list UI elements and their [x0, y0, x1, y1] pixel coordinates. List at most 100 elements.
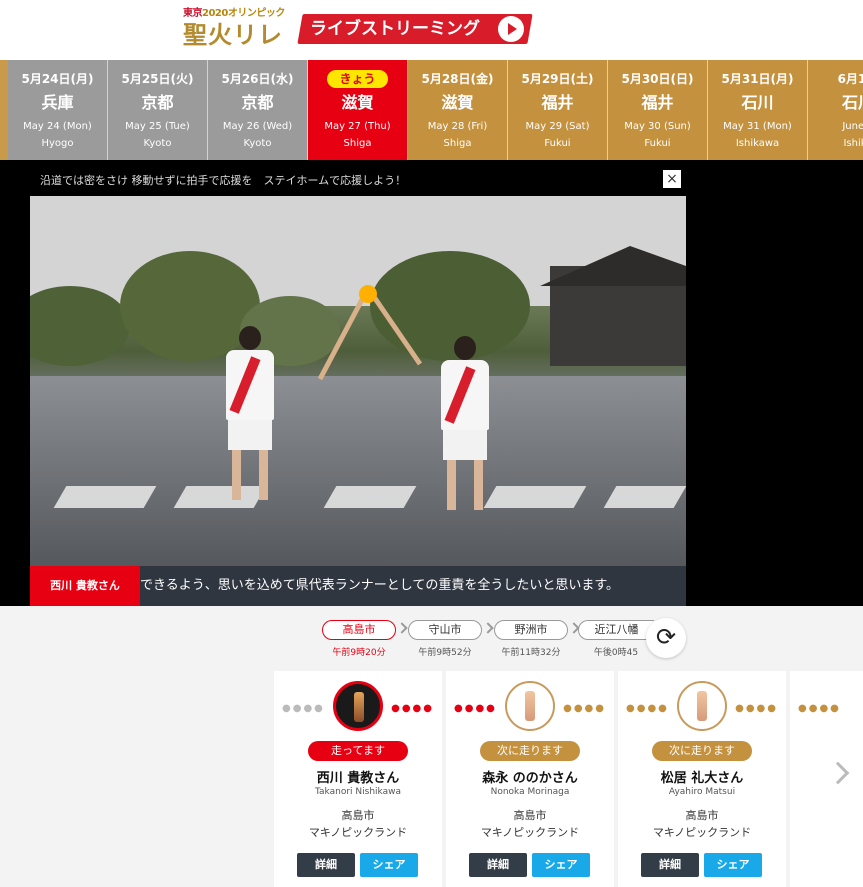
day-prefecture: 滋賀 — [441, 93, 474, 112]
day-date-jp: 5月28日(金) — [421, 72, 494, 86]
day-prefecture-en: Kyoto — [143, 138, 172, 149]
torchbearer-left — [220, 326, 280, 500]
day-prefecture: 京都 — [241, 93, 274, 112]
status-badge: 次に走ります — [652, 741, 752, 761]
route-timeline: 高島市 午前9時20分 守山市 午前9時52分 野洲市 午前11時32分 近江八… — [320, 620, 660, 660]
day-tab-4[interactable]: 5月28日(金) 滋賀 May 28 (Fri) Shiga — [408, 60, 508, 160]
day-date-en: May 28 (Fri) — [427, 121, 488, 132]
torch-relay-logo[interactable]: 東京2020オリンピック 聖火リレー — [183, 8, 293, 79]
detail-button[interactable]: 詳細 — [641, 853, 699, 877]
close-icon[interactable]: × — [663, 170, 681, 188]
day-prefecture-en: Shiga — [443, 138, 472, 149]
progress-dots: ●●●● — [626, 703, 669, 714]
day-date-en: May 24 (Mon) — [23, 121, 92, 132]
runner-card-current[interactable]: ●●●● ●●●● 走ってます 西川 貴教さん Takanori Nishika… — [274, 671, 442, 887]
video-road — [30, 376, 686, 566]
chevron-right-icon — [482, 622, 494, 634]
day-date-en: May 30 (Sun) — [624, 121, 691, 132]
progress-dots: ●●●● — [563, 703, 606, 714]
logo-olympic: 2020オリンピック — [202, 8, 285, 19]
day-date-jp: 5月26日(水) — [221, 72, 294, 86]
site-header: 東京2020オリンピック 聖火リレー ライブストリーミング — [0, 0, 863, 79]
detail-button[interactable]: 詳細 — [469, 853, 527, 877]
progress-dots: ●●●● — [454, 703, 497, 714]
logo-tokyo: 東京 — [183, 8, 203, 19]
day-prefecture-en: Kyoto — [243, 138, 272, 149]
live-streaming-label: ライブストリーミング — [310, 19, 480, 39]
runner-card[interactable]: ●●●● ●●●● 次に走ります 森永 ののかさん Nonoka Morinag… — [446, 671, 614, 887]
date-navigation: 5月24日(月) 兵庫 May 24 (Mon) Hyogo 5月25日(火) … — [0, 60, 863, 160]
subtitle-text: できるよう、思いを込めて県代表ランナーとしての重責を全うしたいと思います。 — [140, 578, 620, 593]
day-date-en: June 1 — [842, 121, 863, 132]
refresh-icon[interactable]: ⟳ — [646, 618, 686, 658]
progress-dots: ●●●● — [282, 703, 325, 714]
runner-place: マキノピックランド — [308, 826, 408, 839]
chevron-right-icon — [396, 622, 408, 634]
day-date-jp: 5月31日(月) — [721, 72, 794, 86]
live-video-player[interactable] — [30, 196, 686, 566]
day-tab-6[interactable]: 5月30日(日) 福井 May 30 (Sun) Fukui — [608, 60, 708, 160]
day-prefecture-en: Ishikawa — [735, 138, 780, 149]
day-tab-2[interactable]: 5月26日(水) 京都 May 26 (Wed) Kyoto — [208, 60, 308, 160]
route-stop[interactable]: 守山市 午前9時52分 — [408, 620, 482, 658]
route-stop[interactable]: 野洲市 午前11時32分 — [494, 620, 568, 658]
runner-place: マキノピックランド — [480, 826, 580, 839]
day-prefecture-en: Ishika — [843, 138, 863, 149]
speaker-label: 西川 貴教さん — [30, 566, 140, 606]
progress-dots: ●●●● — [798, 703, 841, 714]
day-tab-8[interactable]: 6月1日 石川 June 1 Ishika — [808, 60, 863, 160]
day-tab-1[interactable]: 5月25日(火) 京都 May 25 (Tue) Kyoto — [108, 60, 208, 160]
progress-dots: ●●●● — [735, 703, 778, 714]
day-prefecture: 石川 — [741, 93, 774, 112]
day-tab-0[interactable]: 5月24日(月) 兵庫 May 24 (Mon) Hyogo — [8, 60, 108, 160]
progress-dots: ●●●● — [391, 703, 434, 714]
day-tab-5[interactable]: 5月29日(土) 福井 May 29 (Sat) Fukui — [508, 60, 608, 160]
day-date-en: May 29 (Sat) — [525, 121, 590, 132]
day-prefecture-en: Hyogo — [41, 138, 74, 149]
day-prefecture: 福井 — [641, 93, 674, 112]
day-prefecture: 兵庫 — [41, 93, 74, 112]
route-stop-current[interactable]: 高島市 午前9時20分 — [322, 620, 396, 658]
day-prefecture-en: Shiga — [343, 138, 372, 149]
detail-button[interactable]: 詳細 — [297, 853, 355, 877]
runner-name-en: Nonoka Morinaga — [490, 787, 570, 797]
today-badge: きょう — [327, 70, 388, 88]
route-stop[interactable]: 近江八幡 午後0時45 — [578, 620, 654, 658]
day-date-jp: 5月29日(土) — [521, 72, 594, 86]
day-date-jp: 6月1日 — [837, 72, 863, 86]
day-prefecture-en: Fukui — [644, 138, 671, 149]
runner-city: 高島市 — [341, 809, 375, 822]
runner-card[interactable]: ●●●● ●●●● 次に走ります 松居 礼大さん Ayahiro Matsui … — [618, 671, 786, 887]
day-prefecture: 福井 — [541, 93, 574, 112]
day-tab-today[interactable]: きょう 滋賀 May 27 (Thu) Shiga — [308, 60, 408, 160]
day-date-en: May 31 (Mon) — [723, 121, 792, 132]
notice-text: 沿道では密をさけ 移動せずに拍手で応援を ステイホームで応援しよう！ — [40, 174, 407, 187]
runner-name-en: Takanori Nishikawa — [315, 787, 401, 797]
share-button[interactable]: シェア — [360, 853, 418, 877]
runner-name: 松居 礼大さん — [660, 771, 744, 786]
day-date-jp: 5月24日(月) — [21, 72, 94, 86]
day-date-jp: 5月30日(日) — [621, 72, 694, 86]
runner-card-partial[interactable]: ●●●● — [790, 671, 863, 887]
day-tab-7[interactable]: 5月31日(月) 石川 May 31 (Mon) Ishikawa — [708, 60, 808, 160]
play-icon — [498, 16, 524, 42]
torch-icon — [505, 681, 555, 731]
runner-city: 高島市 — [513, 809, 547, 822]
day-prefecture: 石川 — [841, 93, 863, 112]
runner-name: 西川 貴教さん — [316, 771, 400, 786]
torch-icon — [333, 681, 383, 731]
subtitle-bar: 西川 貴教さん できるよう、思いを込めて県代表ランナーとしての重責を全うしたいと… — [30, 566, 686, 606]
status-badge: 次に走ります — [480, 741, 580, 761]
runner-city: 高島市 — [685, 809, 719, 822]
live-streaming-button[interactable]: ライブストリーミング — [297, 14, 533, 44]
torchbearer-right — [435, 336, 495, 510]
share-button[interactable]: シェア — [704, 853, 762, 877]
day-prefecture: 滋賀 — [341, 93, 374, 112]
day-date-en: May 27 (Thu) — [324, 121, 391, 132]
torch-kiss-icon — [317, 285, 423, 381]
share-button[interactable]: シェア — [532, 853, 590, 877]
runner-place: マキノピックランド — [652, 826, 752, 839]
day-prefecture-en: Fukui — [544, 138, 571, 149]
video-section: 沿道では密をさけ 移動せずに拍手で応援を ステイホームで応援しよう！ × 西川 … — [0, 160, 863, 606]
runner-name: 森永 ののかさん — [482, 771, 578, 786]
